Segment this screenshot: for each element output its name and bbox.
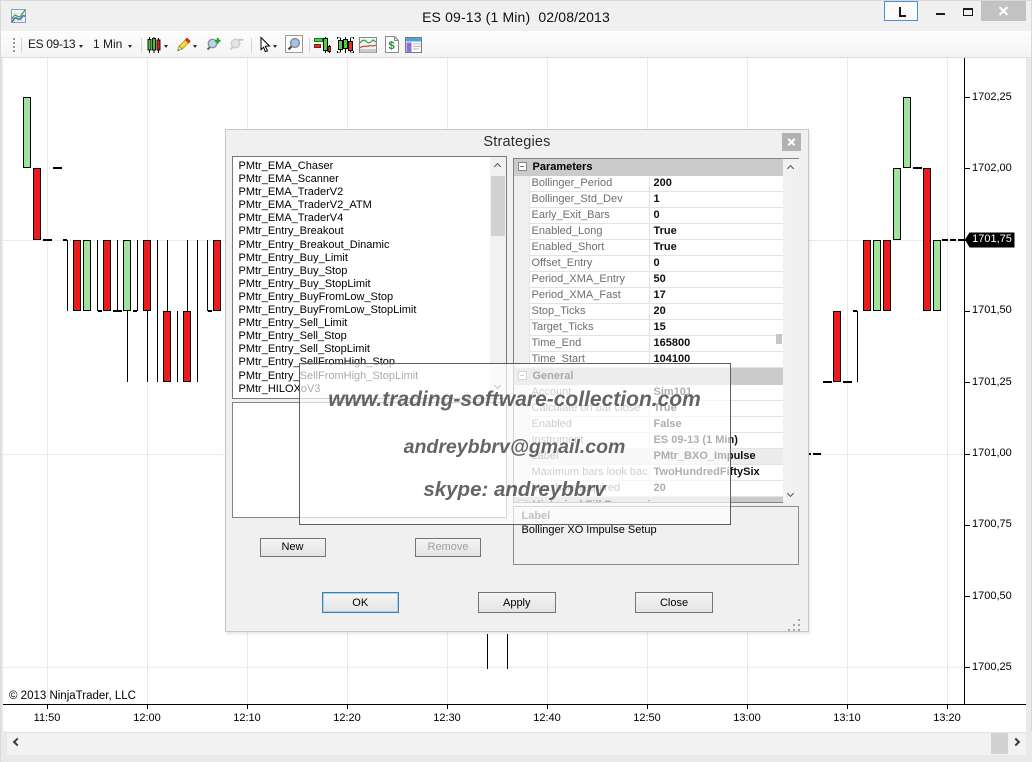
svg-text:$: $: [388, 40, 394, 52]
